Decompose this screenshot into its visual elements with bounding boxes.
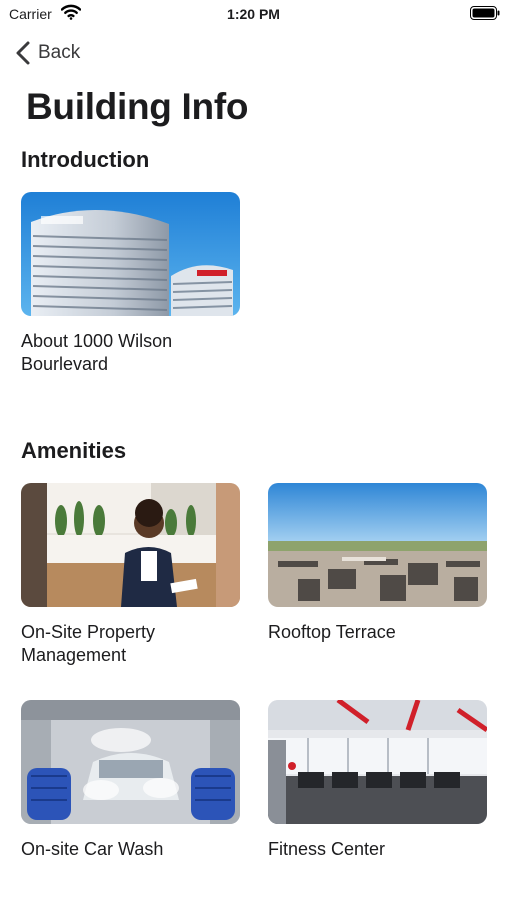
card-caption: About 1000 Wilson Bourlevard <box>21 331 173 374</box>
card-caption: On-Site Property Management <box>21 622 156 665</box>
page-title: Building Info <box>26 86 249 127</box>
card-caption: Rooftop Terrace <box>268 622 396 642</box>
rooftop-terrace-photo <box>268 483 487 607</box>
section-title-amenities: Amenities <box>21 438 127 463</box>
section-title-introduction: Introduction <box>21 147 150 172</box>
chevron-left-icon <box>16 41 30 65</box>
card-property-management[interactable]: On-Site Property Management <box>21 483 240 667</box>
card-caption: Fitness Center <box>268 839 386 859</box>
property-management-photo <box>21 483 240 607</box>
status-time: 1:20 PM <box>227 6 280 22</box>
car-wash-photo <box>21 700 240 824</box>
card-caption: On-site Car Wash <box>21 839 164 859</box>
card-car-wash[interactable]: On-site Car Wash <box>21 700 240 861</box>
back-button[interactable]: Back <box>14 40 80 66</box>
fitness-center-photo <box>268 700 487 824</box>
back-label: Back <box>38 42 81 63</box>
card-rooftop-terrace[interactable]: Rooftop Terrace <box>268 483 487 644</box>
card-fitness-center[interactable]: Fitness Center <box>268 700 487 861</box>
status-bar: Carrier 1:20 PM <box>0 0 507 30</box>
battery-icon <box>470 6 500 20</box>
card-about-building[interactable]: About 1000 Wilson Bourlevard <box>21 192 240 376</box>
building-photo <box>21 192 240 316</box>
